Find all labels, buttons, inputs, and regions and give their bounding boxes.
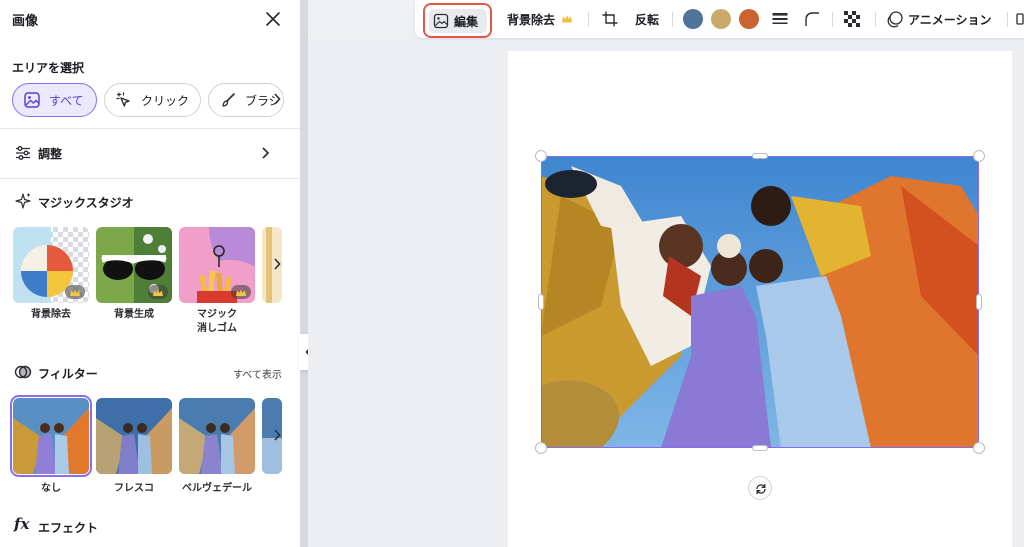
filter-fresco-caption: フレスコ (114, 483, 154, 494)
animate-label: アニメーション (908, 12, 992, 27)
toolbar-more-button[interactable] (1016, 0, 1024, 38)
resize-handle-top-left[interactable] (535, 150, 547, 162)
panel-header: 画像 (0, 0, 300, 40)
resize-handle-right[interactable] (976, 294, 982, 310)
toolbar-separator (1007, 12, 1008, 27)
toolbar-separator (588, 12, 589, 27)
close-icon (266, 12, 280, 26)
chevron-right-icon (274, 258, 281, 270)
filter-none-thumbnail (13, 398, 89, 474)
edit-image-button-inner: 編集 (429, 9, 487, 33)
resize-handle-bottom-left[interactable] (535, 442, 547, 454)
magic-eraser-tool[interactable] (179, 227, 255, 303)
flip-label: 反転 (635, 12, 660, 27)
resize-handle-bottom-right[interactable] (973, 442, 985, 454)
chips-scroll-right-button[interactable] (273, 93, 281, 108)
crop-icon (602, 11, 618, 27)
animate-button[interactable]: アニメーション (886, 0, 992, 38)
fx-icon: fx (14, 515, 30, 533)
toolbar-separator (672, 12, 673, 27)
resize-handle-bottom[interactable] (752, 445, 768, 451)
resize-handle-top-right[interactable] (973, 150, 985, 162)
magic-eraser-caption: マジック 消しゴム (197, 309, 237, 334)
border-style-icon (772, 13, 788, 24)
area-chip-click[interactable]: クリック (104, 83, 201, 117)
crown-icon (231, 285, 251, 299)
panel-title: 画像 (12, 14, 39, 29)
chevron-right-icon (262, 147, 270, 159)
color-swatch-orange[interactable] (739, 9, 759, 29)
more-icon (1016, 13, 1024, 25)
bg-generate-caption: 背景生成 (114, 309, 154, 320)
transparency-button[interactable] (843, 0, 861, 38)
effects-label: エフェクト (38, 521, 99, 535)
filters-label: フィルター (38, 367, 98, 381)
divider (0, 128, 300, 129)
bg-remove-label: 背景除去 (507, 12, 556, 27)
edit-image-button[interactable]: 編集 (423, 3, 492, 38)
cursor-sparkle-icon (116, 92, 130, 107)
area-select-label: エリアを選択 (12, 61, 85, 75)
area-chip-all-label: すべて (49, 93, 84, 108)
filter-circles-icon (14, 365, 32, 379)
close-panel-button[interactable] (262, 8, 284, 30)
toolbar-separator (875, 12, 876, 27)
flip-button[interactable]: 反転 (635, 0, 659, 38)
magic-scroll-right-button[interactable] (273, 258, 281, 273)
adjust-label: 調整 (38, 147, 63, 161)
magic-studio-label: マジックスタジオ (38, 196, 134, 210)
bg-generate-tool[interactable] (96, 227, 172, 303)
filter-none-caption: なし (41, 483, 61, 494)
color-swatch-tan[interactable] (711, 9, 731, 29)
border-style-button[interactable] (771, 0, 789, 38)
transparency-icon (844, 11, 860, 27)
adjust-row[interactable]: 調整 (0, 136, 300, 172)
filter-fresco-thumbnail (96, 398, 172, 474)
crown-icon (65, 285, 85, 299)
image-edit-icon (433, 13, 449, 29)
chevron-right-icon (274, 93, 281, 105)
bg-remove-caption: 背景除去 (31, 309, 71, 320)
sliders-icon (16, 146, 30, 160)
crown-icon (148, 285, 168, 299)
resize-handle-left[interactable] (538, 294, 544, 310)
color-swatch-blue[interactable] (683, 9, 703, 29)
panel-resize-handle[interactable] (300, 0, 308, 547)
filter-belvedere-thumbnail (179, 398, 255, 474)
toolbar-separator (832, 12, 833, 27)
edit-image-label: 編集 (454, 14, 479, 29)
rotate-icon (756, 484, 766, 494)
bg-remove-button[interactable]: 背景除去 (507, 0, 574, 38)
group-photo-image (541, 156, 979, 448)
selected-photo[interactable] (541, 156, 979, 448)
crop-button[interactable] (601, 0, 619, 38)
divider (0, 178, 300, 179)
animate-icon (887, 11, 903, 28)
filter-belvedere-caption: ベルヴェデール (182, 483, 252, 494)
bg-remove-tool[interactable] (13, 227, 89, 303)
area-chip-click-label: クリック (141, 93, 190, 108)
corner-rounding-icon (805, 12, 819, 26)
sparkle-icon (15, 193, 31, 209)
filters-scroll-right-button[interactable] (273, 429, 281, 444)
rotate-handle[interactable] (748, 476, 772, 500)
filter-none[interactable] (10, 395, 92, 477)
image-icon (24, 92, 40, 108)
image-edit-panel: 画像 エリアを選択 すべて クリック ブラシ 調整 マジックスタジオ 背景除去 … (0, 0, 300, 547)
resize-handle-top[interactable] (752, 153, 768, 159)
area-chip-all[interactable]: すべて (12, 83, 97, 117)
chevron-right-icon (274, 429, 281, 441)
brush-icon (222, 93, 235, 107)
filters-see-all-link[interactable]: すべて表示 (233, 366, 282, 381)
filter-belvedere[interactable] (179, 398, 255, 474)
crown-icon (562, 15, 573, 23)
filter-fresco[interactable] (96, 398, 172, 474)
corner-rounding-button[interactable] (803, 0, 821, 38)
